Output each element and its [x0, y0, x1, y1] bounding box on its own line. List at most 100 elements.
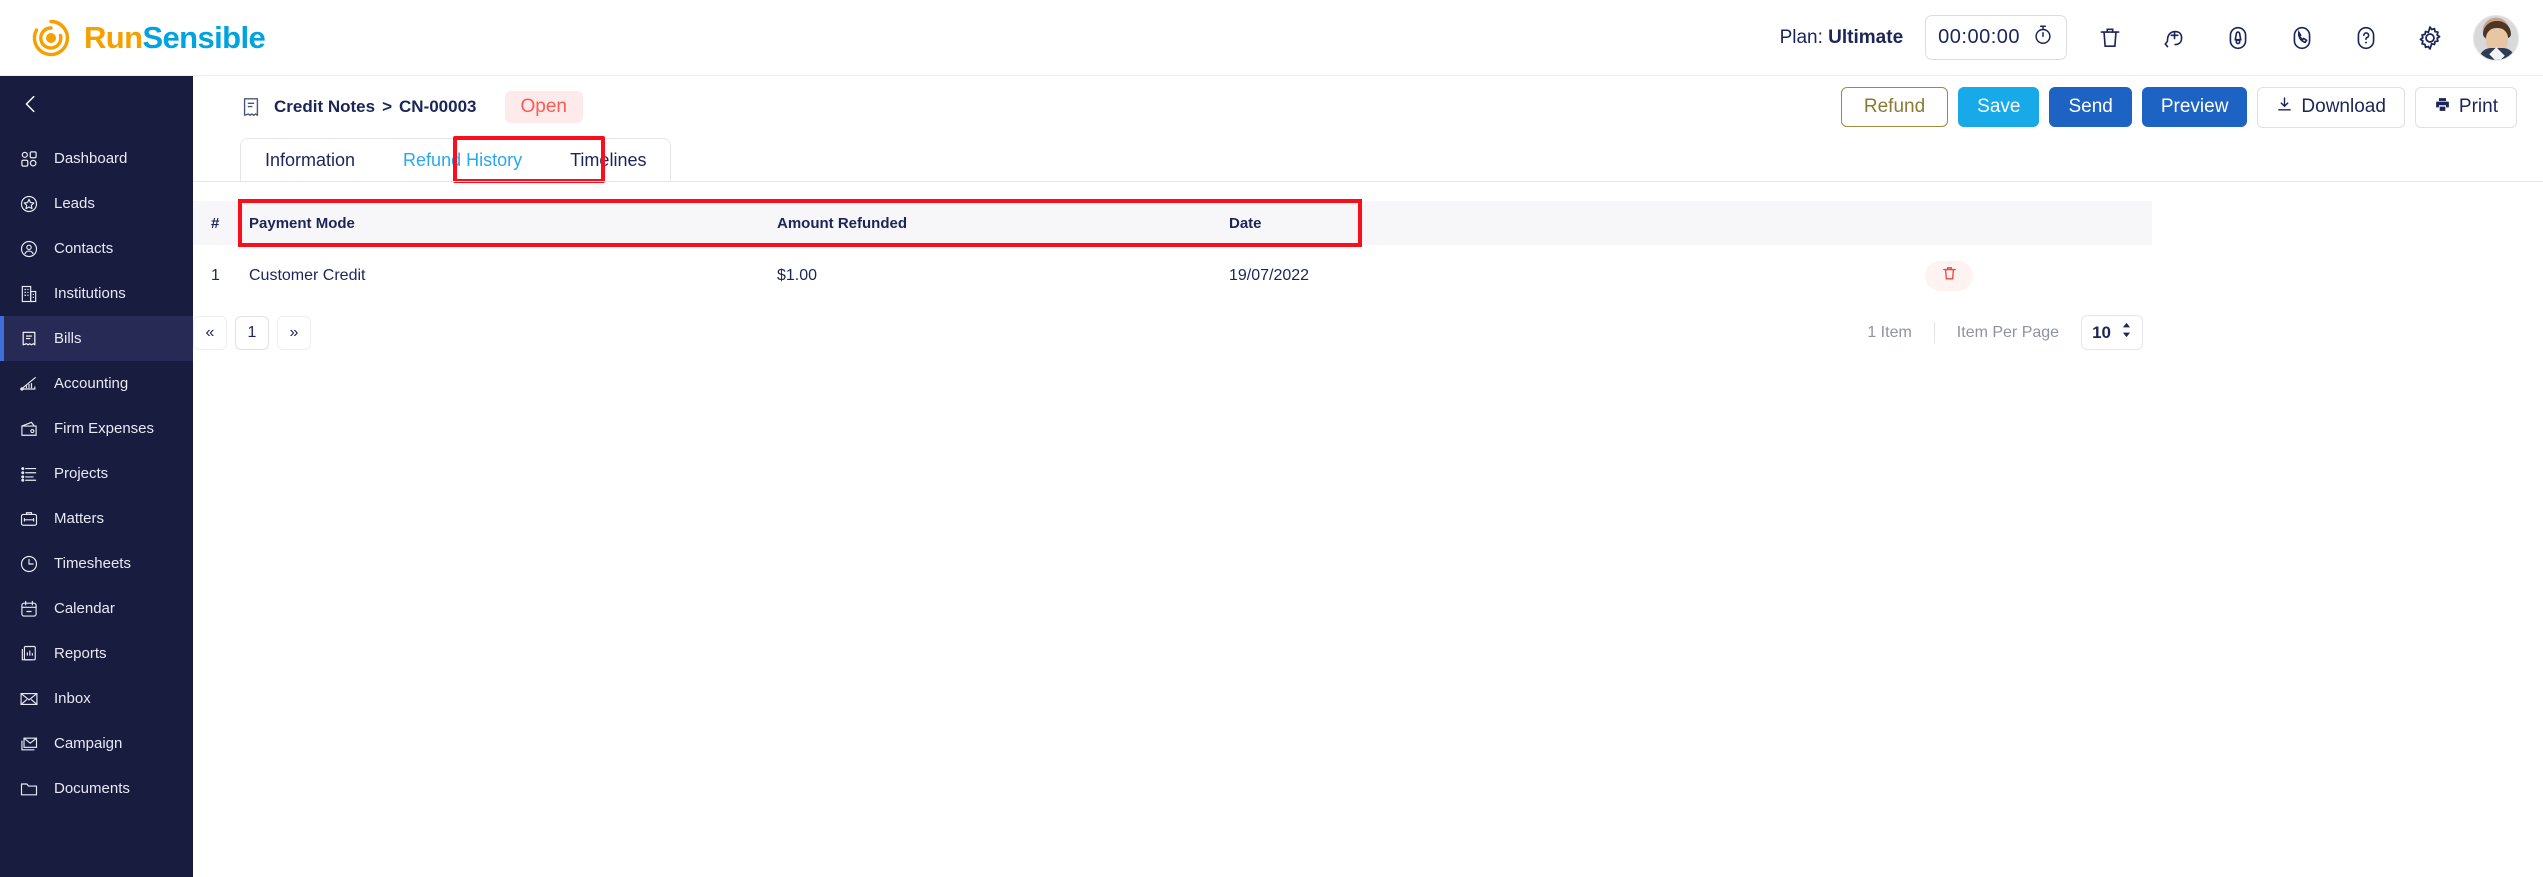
- sidebar-item-accounting[interactable]: Accounting: [0, 361, 193, 406]
- plan-prefix: Plan:: [1779, 26, 1829, 48]
- trash-icon: [1941, 265, 1958, 287]
- user-avatar[interactable]: [2473, 14, 2519, 61]
- bills-receipt-icon: [18, 328, 40, 350]
- plan-label: Plan: Ultimate: [1780, 27, 1904, 49]
- row-actions: [1749, 261, 2149, 291]
- top-header-bar: RunSensible Plan: Ultimate 00:00:00: [0, 0, 2543, 76]
- send-button[interactable]: Send: [2049, 87, 2132, 127]
- notification-bell-icon[interactable]: [2217, 17, 2259, 59]
- column-header-number: #: [211, 214, 220, 232]
- app-logo[interactable]: RunSensible: [30, 17, 266, 59]
- timer-value: 00:00:00: [1938, 26, 2020, 48]
- sidebar-item-dashboard[interactable]: Dashboard: [0, 136, 193, 181]
- download-button[interactable]: Download: [2257, 86, 2405, 128]
- sidebar-item-campaign[interactable]: Campaign: [0, 721, 193, 766]
- accounting-chart-icon: [18, 373, 40, 395]
- sidebar-item-label: Firm Expenses: [54, 420, 155, 437]
- sidebar-item-label: Accounting: [54, 375, 129, 392]
- sidebar-item-reports[interactable]: Reports: [0, 631, 193, 676]
- row-payment-mode: Customer Credit: [249, 267, 366, 284]
- download-icon: [2276, 96, 2293, 119]
- stopwatch-icon[interactable]: [2032, 24, 2054, 51]
- add-time-icon[interactable]: [2153, 17, 2195, 59]
- sidebar-item-label: Inbox: [54, 690, 91, 707]
- breadcrumb-current: CN-00003: [399, 97, 477, 116]
- trash-icon[interactable]: [2089, 17, 2131, 59]
- item-count-label: 1 Item: [1867, 323, 1912, 341]
- sidebar-item-matters[interactable]: Matters: [0, 496, 193, 541]
- sidebar-item-inbox[interactable]: Inbox: [0, 676, 193, 721]
- pagination-bar: « 1 » 1 Item Item Per Page 10: [193, 315, 2543, 350]
- logo-run-text: Run: [84, 19, 143, 55]
- sidebar-item-leads[interactable]: Leads: [0, 181, 193, 226]
- sidebar-item-documents[interactable]: Documents: [0, 766, 193, 811]
- phone-icon[interactable]: [2281, 17, 2323, 59]
- sidebar-item-contacts[interactable]: Contacts: [0, 226, 193, 271]
- column-header-date: Date: [1229, 214, 1262, 232]
- action-buttons: Refund Save Send Preview Download Print: [1840, 86, 2517, 128]
- firm-expenses-wallet-icon: [18, 418, 40, 440]
- sidebar-item-label: Campaign: [54, 735, 123, 752]
- sidebar-item-label: Contacts: [54, 240, 114, 257]
- printer-icon: [2434, 96, 2451, 119]
- gear-icon[interactable]: [2409, 17, 2451, 59]
- sidebar-item-label: Matters: [54, 510, 105, 527]
- tab-underline: [193, 181, 2543, 182]
- sidebar-item-label: Leads: [54, 195, 95, 212]
- status-badge: Open: [504, 91, 583, 123]
- items-per-page-label: Item Per Page: [1956, 323, 2060, 341]
- breadcrumb-row: Credit Notes > CN-00003 Open Refund Save…: [193, 76, 2543, 138]
- tab-bar: Information Refund History Timelines: [193, 136, 2543, 183]
- documents-folder-icon: [18, 778, 40, 800]
- credit-note-icon: [240, 95, 262, 119]
- delete-row-button[interactable]: [1925, 261, 1973, 291]
- save-button[interactable]: Save: [1958, 87, 2040, 127]
- items-per-page-value: 10: [2092, 322, 2111, 342]
- breadcrumb-root[interactable]: Credit Notes: [274, 97, 375, 117]
- sidebar-item-label: Calendar: [54, 600, 115, 617]
- institutions-building-icon: [18, 283, 40, 305]
- row-date: 19/07/2022: [1229, 267, 1310, 284]
- sidebar-item-label: Reports: [54, 645, 107, 662]
- logo-wordmark: RunSensible: [84, 19, 266, 56]
- campaign-mail-icon: [18, 733, 40, 755]
- timer-widget[interactable]: 00:00:00: [1925, 15, 2067, 60]
- sidebar-item-label: Institutions: [54, 285, 126, 302]
- sidebar-item-institutions[interactable]: Institutions: [0, 271, 193, 316]
- preview-button[interactable]: Preview: [2141, 87, 2248, 127]
- sidebar-item-label: Documents: [54, 780, 130, 797]
- pagination-next-button[interactable]: »: [277, 315, 311, 350]
- sidebar-item-bills[interactable]: Bills: [0, 316, 193, 361]
- runsensible-logo-icon: [30, 17, 72, 59]
- column-header-amount-refunded: Amount Refunded: [777, 214, 907, 232]
- download-label: Download: [2301, 96, 2386, 117]
- pagination-divider: [1933, 321, 1935, 344]
- table-row[interactable]: 1 Customer Credit $1.00 19/07/2022: [193, 245, 2152, 307]
- sidebar-item-projects[interactable]: Projects: [0, 451, 193, 496]
- sidebar-item-firm-expenses[interactable]: Firm Expenses: [0, 406, 193, 451]
- help-icon[interactable]: [2345, 17, 2387, 59]
- print-label: Print: [2458, 96, 2498, 117]
- items-per-page-select[interactable]: 10: [2081, 315, 2143, 350]
- pagination-prev-button[interactable]: «: [193, 315, 227, 350]
- plan-value: Ultimate: [1828, 26, 1904, 48]
- reports-icon: [18, 643, 40, 665]
- logo-sensible-text: Sensible: [142, 19, 266, 55]
- tab-information[interactable]: Information: [241, 139, 380, 182]
- print-button[interactable]: Print: [2414, 86, 2517, 128]
- tab-card: Information Refund History Timelines: [240, 138, 672, 182]
- dashboard-icon: [18, 148, 40, 170]
- calendar-icon: [18, 598, 40, 620]
- main-content: Credit Notes > CN-00003 Open Refund Save…: [193, 76, 2543, 877]
- sidebar-item-timesheets[interactable]: Timesheets: [0, 541, 193, 586]
- refund-button[interactable]: Refund: [1840, 87, 1949, 127]
- sidebar-item-calendar[interactable]: Calendar: [0, 586, 193, 631]
- contacts-user-icon: [18, 238, 40, 260]
- chevron-updown-icon: [2121, 322, 2132, 343]
- header-right-cluster: Plan: Ultimate 00:00:00: [1780, 14, 2519, 61]
- sidebar-collapse-button[interactable]: [0, 76, 193, 136]
- pagination-page-1[interactable]: 1: [235, 315, 269, 350]
- row-amount-refunded: $1.00: [777, 267, 818, 284]
- tab-refund-history[interactable]: Refund History: [379, 139, 547, 182]
- tab-timelines[interactable]: Timelines: [546, 139, 671, 182]
